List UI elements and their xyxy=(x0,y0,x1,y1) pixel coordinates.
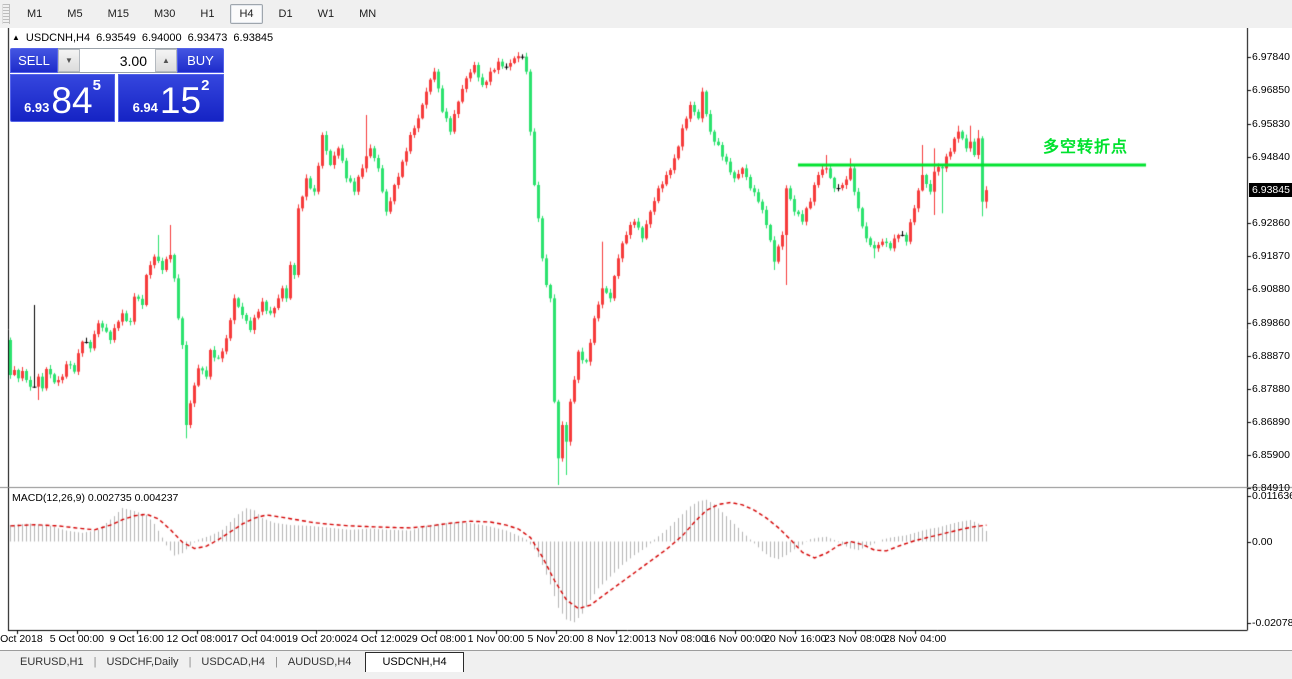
time-axis-label: 1 Nov 00:00 xyxy=(468,633,525,645)
volume-decrease-button[interactable]: ▼ xyxy=(58,49,80,72)
ohlc-open: 6.93549 xyxy=(96,32,136,44)
time-axis-label: 23 Nov 08:00 xyxy=(824,633,886,645)
price-axis-label: 6.89860 xyxy=(1252,317,1290,329)
mt4-terminal: M1 M5 M15 M30 H1 H4 D1 W1 MN ▲ USDCNH,H4 6.93549… xyxy=(0,0,1292,679)
timeframe-button-h1[interactable]: H1 xyxy=(191,4,223,24)
time-axis-label: 28 Nov 04:00 xyxy=(884,633,946,645)
time-axis-label: 17 Oct 04:00 xyxy=(226,633,286,645)
trendline-annotation-text[interactable]: 多空转折点 xyxy=(1043,133,1128,157)
current-price-tag: 6.93845 xyxy=(1249,183,1292,197)
time-axis-label: 24 Oct 12:00 xyxy=(346,633,406,645)
chart-window: ▲ USDCNH,H4 6.93549 6.94000 6.93473 6.93… xyxy=(0,28,1292,650)
timeframe-button-m15[interactable]: M15 xyxy=(99,4,138,24)
macd-value: 0.002735 xyxy=(88,492,132,504)
buy-price-prefix: 6.94 xyxy=(133,100,158,115)
buy-price-big: 15 xyxy=(160,85,201,118)
macd-axis-label: 0.00 xyxy=(1252,536,1272,548)
volume-spinner: ▼ ▲ xyxy=(58,48,177,73)
status-strip xyxy=(0,672,1292,679)
time-axis-label: 2 Oct 2018 xyxy=(0,633,43,645)
buy-quote[interactable]: 6.94 15 2 xyxy=(118,74,224,122)
price-axis-label: 6.85900 xyxy=(1252,449,1290,461)
time-axis-label: 12 Oct 08:00 xyxy=(167,633,227,645)
time-axis-label: 5 Oct 00:00 xyxy=(50,633,104,645)
chart-tab-audusd[interactable]: AUDUSD,H4 xyxy=(278,653,362,672)
macd-signal-value: 0.004237 xyxy=(135,492,179,504)
time-axis-label: 16 Nov 00:00 xyxy=(704,633,766,645)
timeframe-toolbar: M1 M5 M15 M30 H1 H4 D1 W1 MN xyxy=(0,0,1292,29)
chart-tab-usdcnh[interactable]: USDCNH,H4 xyxy=(365,652,463,673)
timeframe-button-mn[interactable]: MN xyxy=(350,4,385,24)
collapse-icon[interactable]: ▲ xyxy=(12,33,20,42)
time-axis-label: 20 Nov 16:00 xyxy=(764,633,826,645)
time-axis-label: 19 Oct 20:00 xyxy=(286,633,346,645)
price-axis-label: 6.92860 xyxy=(1252,217,1290,229)
time-axis-label: 5 Nov 20:00 xyxy=(528,633,585,645)
ohlc-low: 6.93473 xyxy=(188,32,228,44)
buy-button[interactable]: BUY xyxy=(177,48,224,73)
timeframe-button-m30[interactable]: M30 xyxy=(145,4,184,24)
chart-tab-bar: EURUSD,H1|USDCHF,Daily|USDCAD,H4|AUDUSD,… xyxy=(0,650,1292,672)
chart-tab-eurusd[interactable]: EURUSD,H1 xyxy=(10,653,94,672)
sell-price-prefix: 6.93 xyxy=(24,100,49,115)
ohlc-close: 6.93845 xyxy=(233,32,273,44)
macd-name: MACD(12,26,9) xyxy=(12,492,85,504)
chart-tab-usdcad[interactable]: USDCAD,H4 xyxy=(191,653,275,672)
price-axis-label: 6.95830 xyxy=(1252,118,1290,130)
sell-price-sup: 5 xyxy=(93,77,101,94)
price-axis-label: 6.91870 xyxy=(1252,250,1290,262)
volume-increase-button[interactable]: ▲ xyxy=(155,49,177,72)
macd-indicator-label: MACD(12,26,9) 0.002735 0.004237 xyxy=(12,492,178,504)
time-axis-label: 9 Oct 16:00 xyxy=(110,633,164,645)
price-axis-label: 6.97840 xyxy=(1252,51,1290,63)
sell-quote[interactable]: 6.93 84 5 xyxy=(10,74,115,122)
timeframe-button-d1[interactable]: D1 xyxy=(270,4,302,24)
time-axis-label: 29 Oct 08:00 xyxy=(406,633,466,645)
chart-title-bar: ▲ USDCNH,H4 6.93549 6.94000 6.93473 6.93… xyxy=(12,32,273,44)
timeframe-button-m1[interactable]: M1 xyxy=(18,4,51,24)
chart-symbol-period: USDCNH,H4 xyxy=(26,32,90,44)
time-axis-label: 13 Nov 08:00 xyxy=(644,633,706,645)
ohlc-high: 6.94000 xyxy=(142,32,182,44)
price-axis-label: 6.88870 xyxy=(1252,350,1290,362)
volume-input[interactable] xyxy=(80,49,155,72)
one-click-trade-panel: SELL ▼ ▲ BUY 6.93 84 5 6.94 15 2 xyxy=(10,48,224,122)
macd-axis-label: 0.011636 xyxy=(1252,490,1292,502)
sell-button[interactable]: SELL xyxy=(10,48,58,73)
price-axis-label: 6.94840 xyxy=(1252,151,1290,163)
price-axis-label: 6.87880 xyxy=(1252,383,1290,395)
timeframe-button-h4[interactable]: H4 xyxy=(230,4,262,24)
toolbar-drag-handle[interactable] xyxy=(2,4,10,24)
macd-axis-label: -0.020788 xyxy=(1252,617,1292,629)
timeframe-button-w1[interactable]: W1 xyxy=(309,4,344,24)
time-axis-label: 8 Nov 12:00 xyxy=(587,633,644,645)
price-axis-label: 6.96850 xyxy=(1252,84,1290,96)
price-axis-label: 6.86890 xyxy=(1252,416,1290,428)
price-axis-label: 6.90880 xyxy=(1252,283,1290,295)
timeframe-button-m5[interactable]: M5 xyxy=(58,4,91,24)
buy-price-sup: 2 xyxy=(201,77,209,94)
chart-tab-usdchf[interactable]: USDCHF,Daily xyxy=(96,653,188,672)
sell-price-big: 84 xyxy=(51,85,92,118)
